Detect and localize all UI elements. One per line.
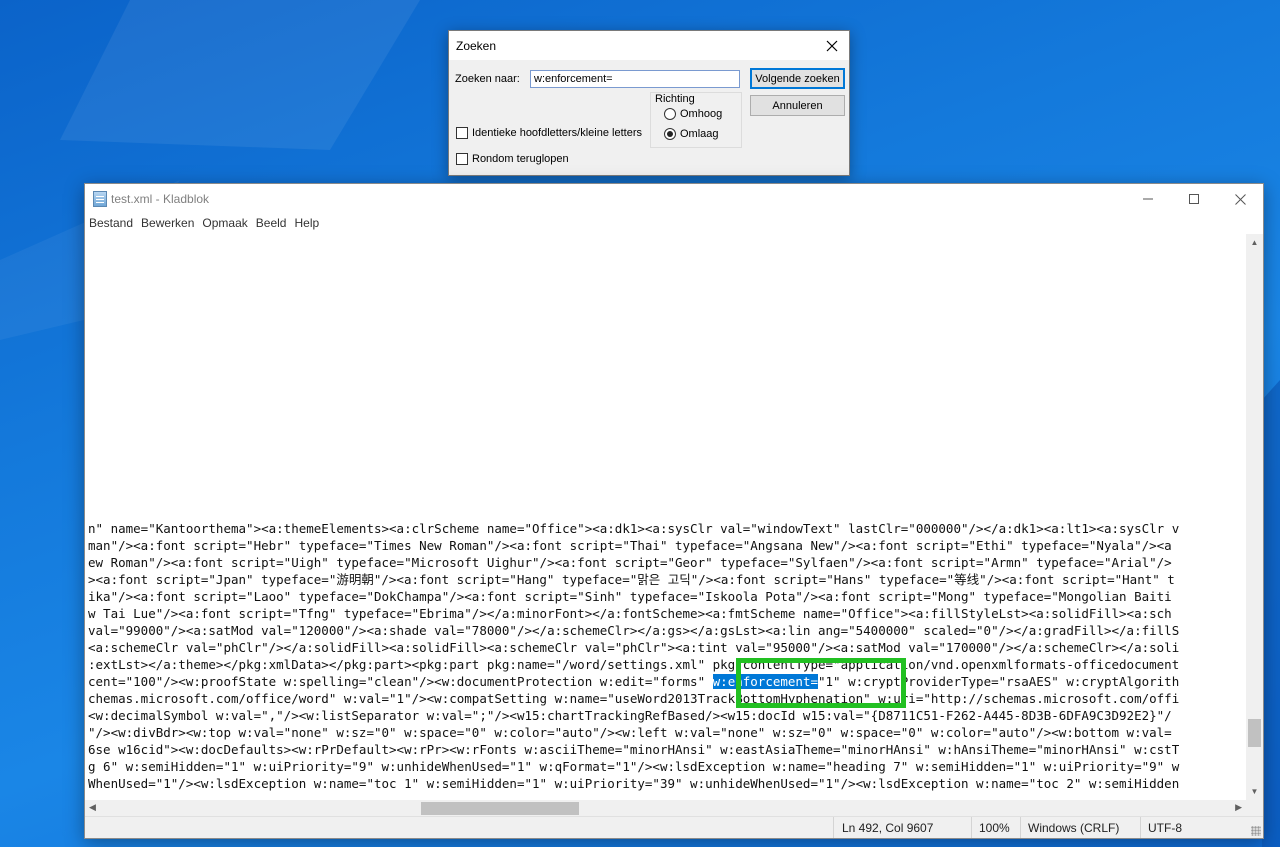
menu-beeld[interactable]: Beeld [252,214,291,234]
text-line: ><a:font script="Jpan" typeface="游明朝"/><… [88,572,1175,587]
menu-bestand[interactable]: Bestand [85,214,137,234]
status-separator [833,817,834,838]
notepad-titlebar[interactable]: test.xml - Kladblok [85,184,1263,214]
vertical-scrollbar[interactable]: ▲ ▼ [1246,234,1263,800]
find-label: Zoeken naar: [455,73,520,85]
selected-match: w:enforcement= [712,674,818,689]
maximize-icon[interactable] [1171,184,1217,214]
match-case-checkbox[interactable] [456,127,468,139]
menu-bar: Bestand Bewerken Opmaak Beeld Help [85,214,1263,234]
minimize-icon[interactable] [1125,184,1171,214]
direction-down-label[interactable]: Omlaag [680,128,719,140]
text-line: g 6" w:semiHidden="1" w:uiPriority="9" w… [88,759,1180,774]
menu-opmaak[interactable]: Opmaak [198,214,251,234]
text-line: man"/><a:font script="Hebr" typeface="Ti… [88,538,1172,553]
text-line: val="99000"/><a:satMod val="120000"/><a:… [88,623,1180,638]
text-line: 6se w16cid"><w:docDefaults><w:rPrDefault… [88,742,1180,757]
wrap-around-label[interactable]: Rondom teruglopen [472,153,569,165]
scroll-down-icon[interactable]: ▼ [1246,787,1263,796]
text-editor[interactable]: n" name="Kantoorthema"><a:themeElements>… [85,234,1246,800]
editor-text: n" name="Kantoorthema"><a:themeElements>… [88,520,1179,800]
menu-bewerken[interactable]: Bewerken [137,214,198,234]
resize-grip-icon[interactable] [1251,826,1261,836]
text-line: w Tai Lue"/><a:font script="Tfng" typefa… [88,606,1172,621]
text-line: cent="100"/><w:proofState w:spelling="cl… [88,674,713,689]
direction-up-radio[interactable] [664,108,676,120]
wrap-around-checkbox[interactable] [456,153,468,165]
status-position: Ln 492, Col 9607 [842,821,934,835]
find-input[interactable] [530,70,740,88]
text-line: n" name="Kantoorthema"><a:themeElements>… [88,521,1180,536]
text-line: WhenUsed="1"/><w:lsdException w:name="to… [88,776,1180,791]
horizontal-scroll-thumb[interactable] [421,802,579,815]
cancel-button[interactable]: Annuleren [750,95,845,116]
scroll-up-icon[interactable]: ▲ [1246,238,1263,247]
find-dialog-titlebar[interactable]: Zoeken [449,31,849,60]
text-line: <w:decimalSymbol w:val=","/><w:listSepar… [88,708,1172,723]
window-title: test.xml - Kladblok [111,192,210,206]
text-line: :extLst></a:theme></pkg:xmlData></pkg:pa… [88,657,1180,672]
status-line-endings: Windows (CRLF) [1028,821,1120,835]
notepad-window: test.xml - Kladblok Bestand Bewerken Opm… [84,183,1264,839]
status-separator [1020,817,1021,838]
find-dialog-title: Zoeken [456,39,497,53]
text-line: ika"/><a:font script="Laoo" typeface="Do… [88,589,1172,604]
status-encoding: UTF-8 [1148,821,1182,835]
status-separator [1140,817,1141,838]
close-window-icon[interactable] [1217,184,1263,214]
find-dialog: Zoeken Zoeken naar: Volgende zoeken Annu… [448,30,850,176]
text-line: "/><w:divBdr><w:top w:val="none" w:sz="0… [88,725,1172,740]
text-line: chemas.microsoft.com/office/word" w:val=… [88,691,1180,706]
status-bar: Ln 492, Col 9607 100% Windows (CRLF) UTF… [85,816,1263,838]
menu-help[interactable]: Help [290,214,323,234]
direction-down-radio[interactable] [664,128,676,140]
text-line: ew Roman"/><a:font script="Uigh" typefac… [88,555,1172,570]
find-next-button[interactable]: Volgende zoeken [750,68,845,89]
status-separator [971,817,972,838]
close-icon[interactable] [815,31,849,60]
scroll-right-icon[interactable]: ▶ [1235,802,1242,813]
status-zoom: 100% [979,821,1010,835]
horizontal-scrollbar[interactable]: ◀ ▶ [85,800,1246,817]
scrollbar-corner [1246,800,1263,817]
text-line: <a:schemeClr val="phClr"/></a:solidFill>… [88,640,1180,655]
scroll-left-icon[interactable]: ◀ [89,802,96,813]
match-case-label[interactable]: Identieke hoofdletters/kleine letters [472,127,642,139]
direction-up-label[interactable]: Omhoog [680,108,722,120]
notepad-app-icon [93,191,107,207]
text-line [88,793,1112,800]
text-line-rest: "1" w:cryptProviderType="rsaAES" w:crypt… [818,674,1180,689]
vertical-scroll-thumb[interactable] [1248,719,1261,747]
